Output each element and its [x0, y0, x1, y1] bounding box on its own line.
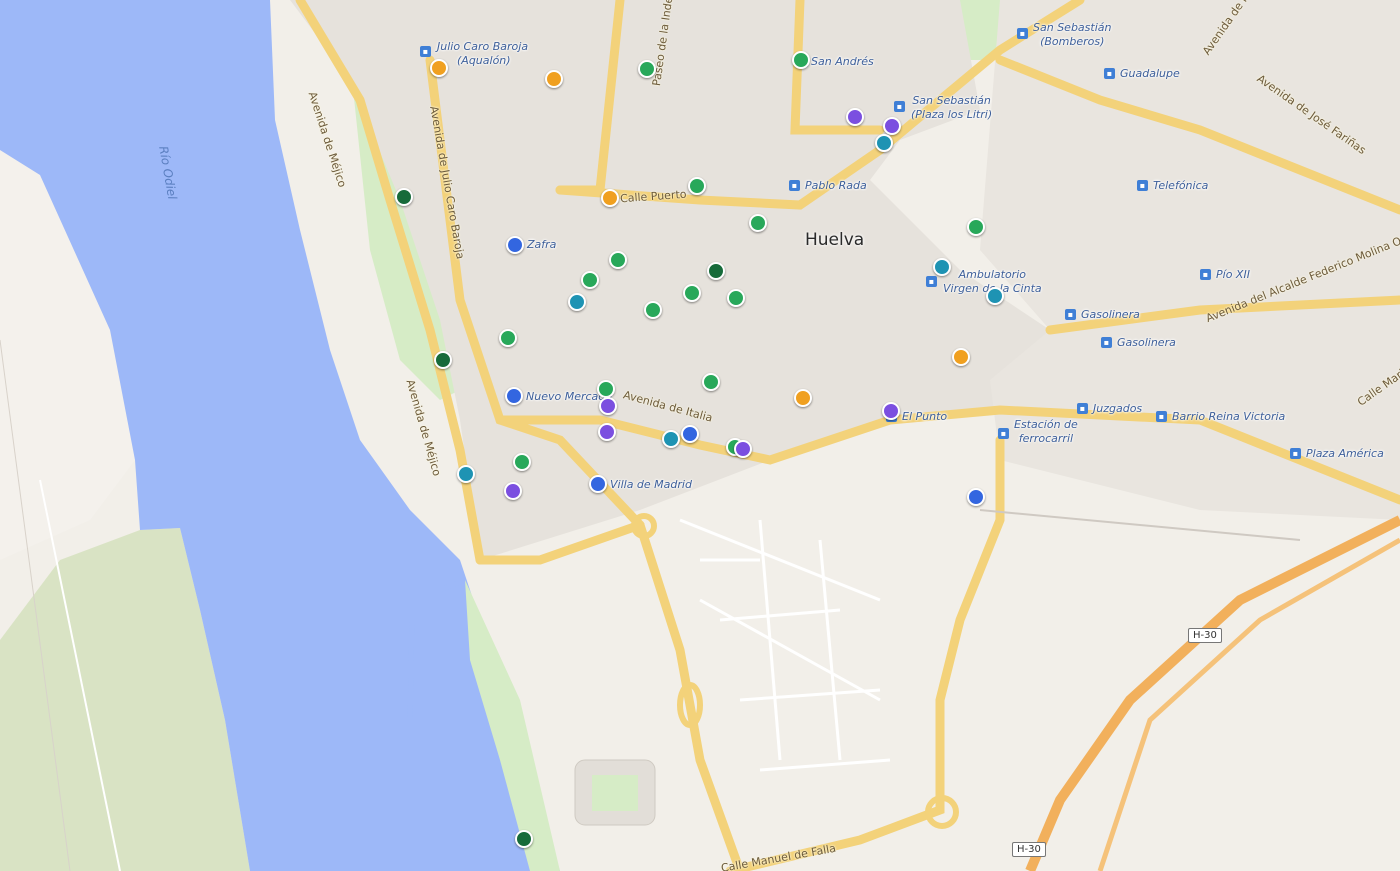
- map-marker-teal[interactable]: [933, 258, 951, 276]
- bus-stop-label[interactable]: Guadalupe: [1120, 67, 1180, 81]
- map-marker-dark-green[interactable]: [707, 262, 725, 280]
- bus-stop-label[interactable]: San Sebastián (Bomberos): [1033, 21, 1111, 49]
- bus-stop-icon: ▪: [1156, 411, 1167, 422]
- bus-stop-icon: ▪: [894, 101, 905, 112]
- map-marker-green[interactable]: [683, 284, 701, 302]
- map-marker-blue[interactable]: [589, 475, 607, 493]
- map-marker-purple[interactable]: [504, 482, 522, 500]
- map-base: [0, 0, 1400, 871]
- bus-stop-icon: ▪: [998, 428, 1009, 439]
- map-marker-orange[interactable]: [601, 189, 619, 207]
- bus-stop-icon: ▪: [1065, 309, 1076, 320]
- bus-stop-icon: ▪: [926, 276, 937, 287]
- bus-stop-icon: ▪: [1017, 28, 1028, 39]
- map-marker-dark-green[interactable]: [434, 351, 452, 369]
- map-marker-orange[interactable]: [430, 59, 448, 77]
- map-marker-green[interactable]: [702, 373, 720, 391]
- map-view[interactable]: Huelva Río Odiel Julio Caro Baroja (Aqual…: [0, 0, 1400, 871]
- bus-stop-label[interactable]: Juzgados: [1093, 402, 1142, 416]
- map-marker-orange[interactable]: [952, 348, 970, 366]
- bus-stop-icon: ▪: [1104, 68, 1115, 79]
- map-marker-purple[interactable]: [883, 117, 901, 135]
- bus-stop-icon: ▪: [1077, 403, 1088, 414]
- bus-stop-label[interactable]: Estación de ferrocarril: [1014, 418, 1078, 446]
- bus-stop-icon: ▪: [789, 180, 800, 191]
- map-marker-orange[interactable]: [794, 389, 812, 407]
- map-marker-blue[interactable]: [506, 236, 524, 254]
- map-marker-green[interactable]: [609, 251, 627, 269]
- bus-stop-icon: ▪: [420, 46, 431, 57]
- map-marker-teal[interactable]: [568, 293, 586, 311]
- bus-stop-label[interactable]: El Punto: [902, 410, 947, 424]
- bus-stop-label[interactable]: Barrio Reina Victoria: [1172, 410, 1285, 424]
- bus-stop-label[interactable]: Gasolinera: [1117, 336, 1176, 350]
- map-marker-green[interactable]: [967, 218, 985, 236]
- map-marker-green[interactable]: [727, 289, 745, 307]
- map-marker-purple[interactable]: [598, 423, 616, 441]
- map-marker-green[interactable]: [597, 380, 615, 398]
- map-marker-purple[interactable]: [882, 402, 900, 420]
- map-marker-blue[interactable]: [967, 488, 985, 506]
- road-shield: H-30: [1188, 628, 1222, 643]
- bus-stop-label[interactable]: Pío XII: [1216, 268, 1250, 282]
- bus-stop-label[interactable]: Zafra: [527, 238, 556, 252]
- bus-stop-label[interactable]: Julio Caro Baroja (Aqualón): [437, 40, 528, 68]
- map-marker-teal[interactable]: [457, 465, 475, 483]
- bus-stop-icon: ▪: [1101, 337, 1112, 348]
- map-marker-green[interactable]: [688, 177, 706, 195]
- road-shield: H-30: [1012, 842, 1046, 857]
- bus-stop-icon: ▪: [1200, 269, 1211, 280]
- map-marker-green[interactable]: [581, 271, 599, 289]
- map-marker-blue[interactable]: [505, 387, 523, 405]
- bus-stop-label[interactable]: Telefónica: [1153, 179, 1208, 193]
- map-marker-teal[interactable]: [662, 430, 680, 448]
- map-marker-dark-green[interactable]: [395, 188, 413, 206]
- city-label: Huelva: [805, 230, 865, 250]
- map-marker-orange[interactable]: [545, 70, 563, 88]
- map-marker-green[interactable]: [638, 60, 656, 78]
- map-marker-green[interactable]: [792, 51, 810, 69]
- map-marker-purple[interactable]: [734, 440, 752, 458]
- bus-stop-label[interactable]: Pablo Rada: [805, 179, 867, 193]
- bus-stop-icon: ▪: [1290, 448, 1301, 459]
- map-marker-dark-green[interactable]: [515, 830, 533, 848]
- map-marker-blue[interactable]: [681, 425, 699, 443]
- bus-stop-label[interactable]: Gasolinera: [1081, 308, 1140, 322]
- map-marker-teal[interactable]: [986, 287, 1004, 305]
- bus-stop-label[interactable]: San Sebastián (Plaza los Litri): [911, 94, 992, 122]
- bus-stop-icon: ▪: [1137, 180, 1148, 191]
- map-marker-purple[interactable]: [599, 397, 617, 415]
- map-marker-teal[interactable]: [875, 134, 893, 152]
- map-marker-green[interactable]: [513, 453, 531, 471]
- bus-stop-label[interactable]: San Andrés: [811, 55, 874, 69]
- bus-stop-label[interactable]: Villa de Madrid: [610, 478, 692, 492]
- bus-stop-label[interactable]: Plaza América: [1306, 447, 1384, 461]
- map-marker-green[interactable]: [499, 329, 517, 347]
- map-marker-purple[interactable]: [846, 108, 864, 126]
- map-marker-green[interactable]: [749, 214, 767, 232]
- map-marker-green[interactable]: [644, 301, 662, 319]
